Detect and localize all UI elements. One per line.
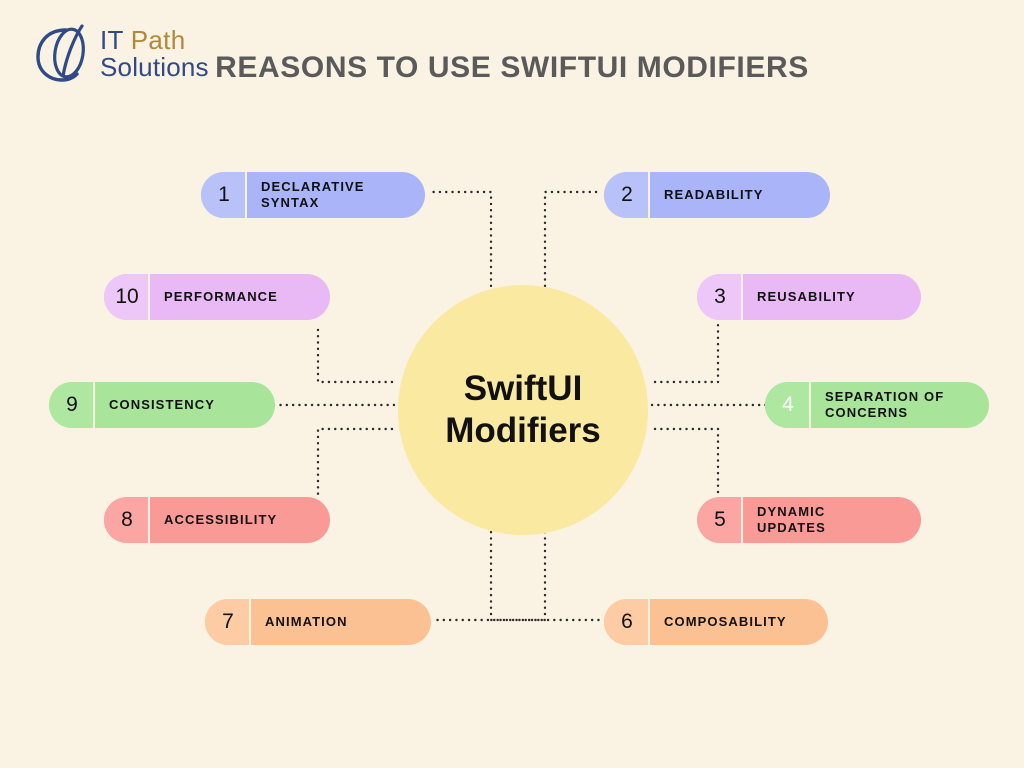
reason-number-7: 7 (205, 599, 251, 645)
reason-item-8[interactable]: 8 ACCESSIBILITY (104, 497, 330, 543)
reason-label-2: READABILITY (664, 186, 764, 202)
reason-label-3: REUSABILITY (757, 288, 856, 304)
reason-item-9[interactable]: 9 CONSISTENCY (49, 382, 275, 428)
reason-label-8: ACCESSIBILITY (164, 511, 278, 527)
reason-number-4: 4 (765, 382, 811, 428)
reason-number-1: 1 (201, 172, 247, 218)
reason-item-4[interactable]: 4 SEPARATION OF CONCERNS (765, 382, 989, 428)
reason-label-10: PERFORMANCE (164, 288, 278, 304)
reason-number-5: 5 (697, 497, 743, 543)
reason-item-10[interactable]: 10 PERFORMANCE (104, 274, 330, 320)
reason-label-1: DECLARATIVE SYNTAX (261, 178, 365, 210)
reason-number-8: 8 (104, 497, 150, 543)
reason-item-2[interactable]: 2 READABILITY (604, 172, 830, 218)
reason-label-4: SEPARATION OF CONCERNS (825, 388, 945, 420)
reason-number-2: 2 (604, 172, 650, 218)
reason-number-6: 6 (604, 599, 650, 645)
reason-label-5: DYNAMIC UPDATES (757, 503, 826, 535)
reason-label-6: COMPOSABILITY (664, 613, 787, 629)
reason-item-3[interactable]: 3 REUSABILITY (697, 274, 921, 320)
center-node: SwiftUI Modifiers (398, 285, 648, 535)
reason-number-9: 9 (49, 382, 95, 428)
reason-item-1[interactable]: 1 DECLARATIVE SYNTAX (201, 172, 425, 218)
reason-item-7[interactable]: 7 ANIMATION (205, 599, 431, 645)
reason-item-5[interactable]: 5 DYNAMIC UPDATES (697, 497, 921, 543)
center-node-label: SwiftUI Modifiers (445, 369, 601, 450)
reason-number-3: 3 (697, 274, 743, 320)
reason-number-10: 10 (104, 274, 150, 320)
reason-label-9: CONSISTENCY (109, 396, 216, 412)
reason-label-7: ANIMATION (265, 613, 348, 629)
reason-item-6[interactable]: 6 COMPOSABILITY (604, 599, 828, 645)
infographic-canvas: IT Path Solutions REASONS TO USE SWIFTUI… (0, 0, 1024, 768)
